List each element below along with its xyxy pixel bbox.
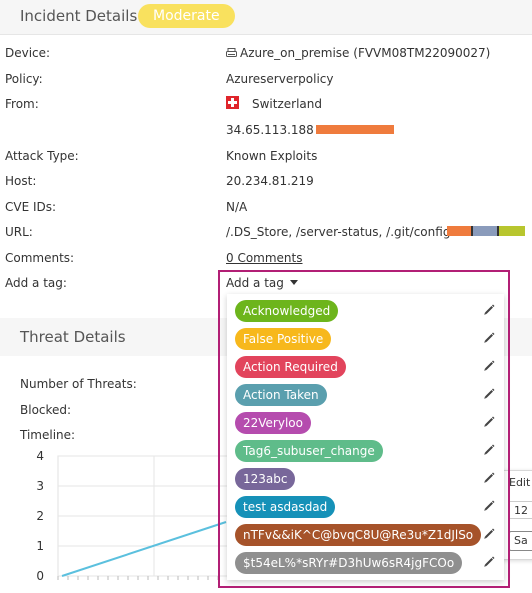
y-tick-label: 1 [36, 539, 44, 553]
url-bar-orange [447, 226, 471, 236]
tag-pill[interactable]: $t54eL%*sRYr#D3hUw6sR4jgFCOo [235, 552, 463, 574]
url-bar-green [499, 226, 525, 236]
printer-icon [226, 48, 237, 57]
incident-header: Incident Details Moderate [0, 0, 532, 35]
tag-pill[interactable]: False Positive [235, 328, 332, 350]
cve-label: CVE IDs: [5, 200, 57, 214]
tag-pill[interactable]: Action Required [235, 356, 346, 378]
comments-link[interactable]: 0 Comments [226, 251, 303, 265]
tag-dropdown-menu: Acknowledged False Positive Action Require… [227, 294, 504, 580]
incident-details-title: Incident Details [20, 7, 138, 25]
tag-option-row[interactable]: nTFv&&iK^C@bvqC8U@Re3u*Z1dJlSo [227, 524, 504, 546]
pencil-icon[interactable] [482, 331, 496, 345]
tag-pill[interactable]: Acknowledged [235, 300, 339, 322]
device-name: Azure_on_premise (FVVM08TM22090027) [240, 46, 491, 60]
tag-option-row[interactable]: Action Taken [227, 384, 504, 406]
tag-option-row[interactable]: $t54eL%*sRYr#D3hUw6sR4jgFCOo [227, 552, 504, 574]
y-tick-label: 3 [36, 479, 44, 493]
tag-option-row[interactable]: Acknowledged [227, 300, 504, 322]
url-label: URL: [5, 225, 33, 239]
cve-value: N/A [226, 200, 248, 214]
add-tag-dropdown-trigger[interactable]: Add a tag [226, 276, 298, 290]
timeline-label: Timeline: [20, 428, 76, 442]
y-tick-label: 4 [36, 449, 44, 463]
url-value: /.DS_Store, /server-status, /.git/config [226, 225, 451, 239]
pencil-icon[interactable] [482, 359, 496, 373]
device-label: Device: [5, 46, 51, 60]
edit-tag-input[interactable]: 12 [509, 501, 532, 519]
tag-option-row[interactable]: Tag6_subuser_change [227, 440, 504, 462]
tag-option-row[interactable]: False Positive [227, 328, 504, 350]
tag-option-row[interactable]: test asdasdad [227, 496, 504, 518]
y-tick-label: 0 [36, 569, 44, 583]
url-bar-divider [471, 226, 473, 236]
pencil-icon[interactable] [482, 471, 496, 485]
caret-down-icon [289, 280, 298, 285]
ip-risk-bar [316, 125, 394, 134]
tag-pill[interactable]: test asdasdad [235, 496, 336, 518]
edit-panel-title: Edit [509, 476, 531, 489]
tag-option-row[interactable]: 123abc [227, 468, 504, 490]
tag-option-row[interactable]: 22Veryloo [227, 412, 504, 434]
from-label: From: [5, 97, 39, 111]
attack-type-label: Attack Type: [5, 149, 79, 163]
url-severity-bars [447, 226, 525, 236]
number-of-threats-label: Number of Threats: [20, 377, 137, 391]
tag-pill[interactable]: 22Veryloo [235, 412, 311, 434]
url-bar-divider-2 [497, 226, 499, 236]
tag-pill[interactable]: nTFv&&iK^C@bvqC8U@Re3u*Z1dJlSo [235, 524, 482, 546]
pencil-icon[interactable] [482, 527, 496, 541]
from-ip: 34.65.113.188 [226, 123, 314, 137]
switzerland-flag-icon [226, 96, 239, 109]
host-label: Host: [5, 174, 37, 188]
tag-pill[interactable]: Action Taken [235, 384, 327, 406]
pencil-icon[interactable] [482, 387, 496, 401]
url-bar-blue [473, 226, 497, 236]
threat-details-title: Threat Details [20, 328, 126, 346]
edit-tag-panel: Edit 12 Sa [500, 470, 532, 560]
tag-option-row[interactable]: Action Required [227, 356, 504, 378]
save-tag-button[interactable]: Sa [509, 531, 532, 551]
pencil-icon[interactable] [482, 499, 496, 513]
pencil-icon[interactable] [482, 555, 496, 569]
policy-label: Policy: [5, 72, 43, 86]
device-value: Azure_on_premise (FVVM08TM22090027) [226, 46, 490, 60]
add-tag-trigger-label: Add a tag [226, 276, 284, 290]
add-tag-label: Add a tag: [5, 276, 67, 290]
attack-type-value: Known Exploits [226, 149, 318, 163]
y-tick-label: 2 [36, 509, 44, 523]
pencil-icon[interactable] [482, 443, 496, 457]
blocked-label: Blocked: [20, 403, 72, 417]
from-country: Switzerland [252, 97, 322, 111]
pencil-icon[interactable] [482, 303, 496, 317]
host-value: 20.234.81.219 [226, 174, 314, 188]
policy-value: Azureserverpolicy [226, 72, 334, 86]
comments-label: Comments: [5, 251, 75, 265]
pencil-icon[interactable] [482, 415, 496, 429]
tag-pill[interactable]: Tag6_subuser_change [235, 440, 383, 462]
timeline-series-line [61, 521, 227, 577]
tag-pill[interactable]: 123abc [235, 468, 296, 490]
severity-badge: Moderate [138, 4, 235, 28]
